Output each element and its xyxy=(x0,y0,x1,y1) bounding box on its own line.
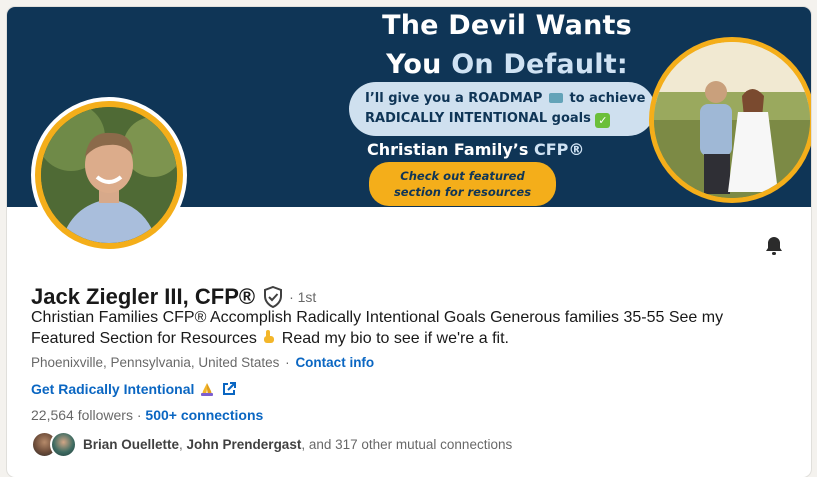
banner-couple-photo xyxy=(649,37,811,203)
banner-subtitle: Christian Family’s CFP® xyxy=(367,140,627,159)
connections-link[interactable]: 500+ connections xyxy=(145,407,263,423)
location-separator: · xyxy=(285,355,290,370)
banner-title-default: On Default: xyxy=(451,49,628,80)
banner-title-you: You xyxy=(386,49,452,80)
profile-portrait xyxy=(41,107,177,243)
external-link-icon[interactable] xyxy=(222,382,237,396)
pill-text-2: RADICALLY INTENTIONAL goals xyxy=(365,111,591,126)
mutual-connections-text: Brian Ouellette, John Prendergast, and 3… xyxy=(83,437,512,452)
profile-headline: Christian Families CFP® Accomplish Radic… xyxy=(31,307,791,349)
verified-shield-icon[interactable] xyxy=(263,285,283,309)
banner-subtitle-cfp: CFP® xyxy=(533,140,585,159)
mutual-separator: , xyxy=(179,437,187,452)
mutual-rest: , and 317 other mutual connections xyxy=(301,437,513,452)
followers-row: 22,564 followers · 500+ connections xyxy=(31,407,263,423)
profile-card: The Devil Wants You On Default: I’ll giv… xyxy=(7,7,811,477)
banner-title-line2: You On Default: xyxy=(367,49,647,80)
pointing-down-icon xyxy=(261,329,277,344)
website-row: Get Radically Intentional xyxy=(31,381,237,397)
mutual-name-1: Brian Ouellette xyxy=(83,437,180,452)
website-link[interactable]: Get Radically Intentional xyxy=(31,381,194,397)
featured-line1: Check out featured xyxy=(400,169,525,183)
bell-icon[interactable] xyxy=(762,234,786,258)
praying-hands-icon xyxy=(200,382,214,396)
banner-featured-callout: Check out featured section for resources xyxy=(369,162,556,206)
stats-separator: · xyxy=(136,407,142,423)
pill-text-1a: I’ll give you a ROADMAP xyxy=(365,91,543,106)
avatar xyxy=(50,431,77,458)
contact-info-link[interactable]: Contact info xyxy=(295,355,374,370)
map-icon xyxy=(548,93,563,103)
followers-count: 22,564 followers xyxy=(31,407,133,423)
profile-photo-image xyxy=(41,107,177,243)
banner-subtitle-a: Christian Family’s xyxy=(367,140,534,159)
mutual-connections-row[interactable]: Brian Ouellette, John Prendergast, and 3… xyxy=(31,431,512,458)
couple-illustration xyxy=(654,42,810,198)
mutual-name-2: John Prendergast xyxy=(186,437,302,452)
pill-text-1b: to achieve xyxy=(569,91,646,106)
check-mark-icon: ✓ xyxy=(595,113,611,128)
featured-line2: section for resources xyxy=(393,185,532,199)
banner-roadmap-pill: I’ll give you a ROADMAP to achieve RADIC… xyxy=(349,82,655,136)
location-row: Phoenixville, Pennsylvania, United State… xyxy=(31,355,374,370)
headline-text-b: Read my bio to see if we're a fit. xyxy=(281,330,509,347)
profile-photo[interactable] xyxy=(31,97,187,253)
profile-location: Phoenixville, Pennsylvania, United State… xyxy=(31,355,280,370)
banner-title-line1: The Devil Wants xyxy=(382,10,632,41)
connection-degree: · 1st xyxy=(289,289,317,305)
